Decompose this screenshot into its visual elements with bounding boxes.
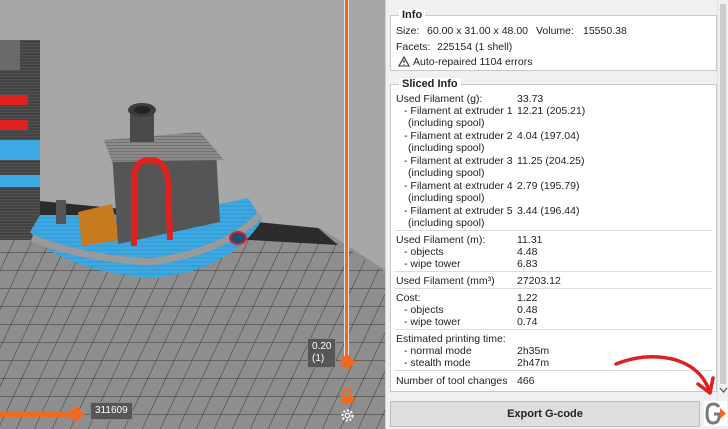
vertical-slider-value-label: 0.20 (1) bbox=[307, 338, 337, 368]
used-filament-m-label: Used Filament (m): bbox=[396, 234, 486, 246]
info-box: Info Size: 60.00 x 31.00 x 48.00 Volume:… bbox=[390, 9, 717, 71]
tool-changes-label: Number of tool changes bbox=[396, 375, 508, 387]
extruder-1-value: 12.21 (205.21) bbox=[517, 105, 586, 117]
cost-wipe-value: 0.74 bbox=[517, 316, 538, 328]
facets-value: 225154 (1 shell) bbox=[437, 41, 513, 53]
layer-height-text: 0.20 bbox=[312, 341, 332, 352]
extruder-5-value: 3.44 (196.44) bbox=[517, 205, 580, 217]
extruder-5-spool-label: (including spool) bbox=[408, 217, 485, 229]
divider bbox=[395, 329, 712, 330]
cost-value: 1.22 bbox=[517, 292, 538, 304]
volume-label: Volume: bbox=[536, 25, 574, 37]
extruder-2-label: - Filament at extruder 2 bbox=[404, 130, 513, 142]
stealth-mode-label: - stealth mode bbox=[404, 357, 471, 369]
extruder-3-label: - Filament at extruder 3 bbox=[404, 155, 513, 167]
volume-value: 15550.38 bbox=[583, 25, 627, 37]
gcode-preview-icon[interactable] bbox=[704, 401, 727, 426]
horizontal-slider-value-label: 311609 bbox=[90, 402, 133, 420]
extruder-3-value: 11.25 (204.25) bbox=[517, 155, 585, 167]
layer-number-text: (1) bbox=[312, 353, 325, 364]
gear-icon[interactable] bbox=[340, 408, 355, 423]
cost-label: Cost: bbox=[396, 292, 421, 304]
wipe-tower-object bbox=[0, 40, 40, 240]
divider bbox=[395, 271, 712, 272]
extruder-4-value: 2.79 (195.79) bbox=[517, 180, 580, 192]
sidebar-panel: Info Size: 60.00 x 31.00 x 48.00 Volume:… bbox=[385, 0, 728, 429]
tool-changes-value: 466 bbox=[517, 375, 535, 387]
export-gcode-button[interactable]: Export G-code bbox=[390, 401, 700, 427]
estimated-time-label: Estimated printing time: bbox=[396, 333, 506, 345]
stealth-mode-value: 2h47m bbox=[517, 357, 550, 369]
used-filament-mm3-label: Used Filament (mm³) bbox=[396, 275, 495, 287]
filament-m-objects-label: - objects bbox=[404, 246, 444, 258]
cost-wipe-label: - wipe tower bbox=[404, 316, 461, 328]
normal-mode-label: - normal mode bbox=[404, 345, 472, 357]
3d-preview-viewport[interactable]: 0.20 (1) 311609 bbox=[0, 0, 385, 429]
benchy-model bbox=[30, 103, 263, 278]
used-filament-g-label: Used Filament (g): bbox=[396, 93, 483, 105]
used-filament-m-value: 11.31 bbox=[517, 234, 543, 246]
annotation-arrow bbox=[614, 355, 715, 395]
extruder-4-label: - Filament at extruder 4 bbox=[404, 180, 513, 192]
extruder-2-value: 4.04 (197.04) bbox=[517, 130, 580, 142]
lock-icon[interactable] bbox=[340, 388, 354, 403]
sliced-info-title: Sliced Info bbox=[399, 78, 461, 90]
sidebar-scrollbar[interactable] bbox=[717, 0, 728, 398]
filament-m-wipe-label: - wipe tower bbox=[404, 258, 461, 270]
divider bbox=[395, 230, 712, 231]
extruder-1-label: - Filament at extruder 1 bbox=[404, 105, 513, 117]
sliced-info-box: Sliced Info Used Filament (g): 33.73 - F… bbox=[390, 78, 717, 392]
filament-m-objects-value: 4.48 bbox=[517, 246, 538, 258]
extruder-5-label: - Filament at extruder 5 bbox=[404, 205, 513, 217]
facets-label: Facets: bbox=[396, 41, 431, 53]
extruder-1-spool-label: (including spool) bbox=[408, 117, 485, 129]
extruder-4-spool-label: (including spool) bbox=[408, 192, 485, 204]
normal-mode-value: 2h35m bbox=[517, 345, 550, 357]
extruder-3-spool-label: (including spool) bbox=[408, 167, 485, 179]
cost-objects-label: - objects bbox=[404, 304, 444, 316]
size-value: 60.00 x 31.00 x 48.00 bbox=[427, 25, 528, 37]
filament-m-wipe-value: 6.83 bbox=[517, 258, 538, 270]
divider bbox=[395, 288, 712, 289]
cost-objects-value: 0.48 bbox=[517, 304, 538, 316]
used-filament-mm3-value: 27203.12 bbox=[517, 275, 561, 287]
used-filament-g-value: 33.73 bbox=[517, 93, 544, 105]
info-title: Info bbox=[399, 9, 426, 21]
warning-icon bbox=[398, 56, 410, 67]
size-label: Size: bbox=[396, 25, 420, 37]
extruder-2-spool-label: (including spool) bbox=[408, 142, 485, 154]
scrollbar-thumb[interactable] bbox=[720, 4, 726, 384]
auto-repaired-text: Auto-repaired 1104 errors bbox=[413, 56, 533, 68]
